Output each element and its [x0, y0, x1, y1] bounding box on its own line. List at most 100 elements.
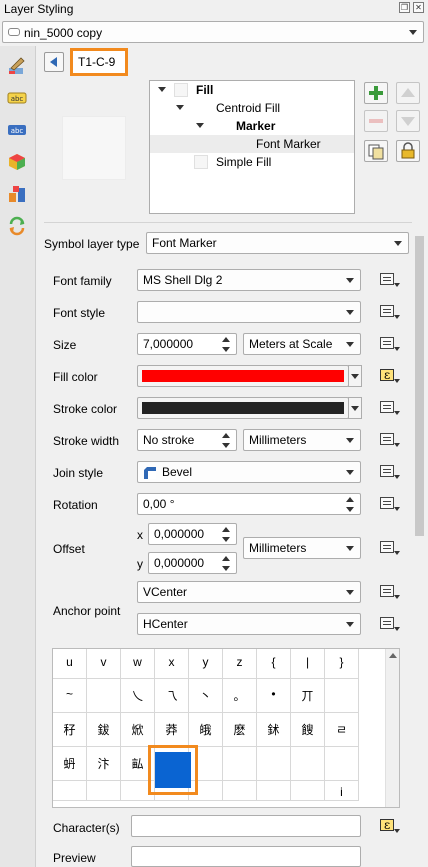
move-up-button[interactable]	[396, 82, 420, 104]
data-defined-override-button[interactable]	[372, 429, 402, 451]
glyph-cell[interactable]: z	[223, 649, 257, 679]
spin-arrows-icon[interactable]	[220, 334, 234, 356]
labels-icon[interactable]: abc	[7, 88, 27, 108]
font-family-combo[interactable]: MS Shell Dlg 2	[137, 269, 361, 291]
data-defined-override-button-active[interactable]	[372, 815, 402, 837]
panel-scrollbar-thumb[interactable]	[415, 236, 424, 536]
glyph-cell[interactable]	[291, 747, 325, 781]
join-style-combo[interactable]: Bevel	[137, 461, 361, 483]
glyph-cell[interactable]: 餿	[291, 713, 325, 747]
glyph-cell[interactable]: 麽	[223, 713, 257, 747]
move-down-button[interactable]	[396, 110, 420, 132]
layer-selector[interactable]: nin_5000 copy	[2, 21, 424, 43]
font-style-combo[interactable]	[137, 301, 361, 323]
stroke-width-unit-combo[interactable]: Millimeters	[243, 429, 361, 451]
offset-y-spinbox[interactable]: 0,000000	[148, 552, 237, 574]
back-button[interactable]	[44, 52, 64, 72]
glyph-cell[interactable]: 皒	[189, 713, 223, 747]
glyph-cell[interactable]: i	[325, 781, 359, 801]
add-layer-button[interactable]	[364, 82, 388, 104]
glyph-cell[interactable]	[291, 781, 325, 801]
rotation-spinbox[interactable]: 0,00 °	[137, 493, 361, 515]
data-defined-override-button[interactable]	[372, 493, 402, 515]
tree-item-font-marker[interactable]: Font Marker	[150, 135, 354, 153]
data-defined-override-button[interactable]	[372, 333, 402, 355]
fill-color-button[interactable]	[137, 365, 349, 387]
glyph-cell[interactable]	[87, 679, 121, 713]
glyph-cell[interactable]	[53, 781, 87, 801]
float-icon[interactable]: ❐	[399, 2, 410, 13]
data-defined-override-button[interactable]	[372, 461, 402, 483]
data-defined-override-button[interactable]	[372, 397, 402, 419]
data-defined-override-button[interactable]	[372, 269, 402, 291]
glyph-cell[interactable]: y	[189, 649, 223, 679]
spin-arrows-icon[interactable]	[220, 553, 234, 575]
tree-item-centroid-fill[interactable]: Centroid Fill	[150, 99, 354, 117]
expand-arrow-icon[interactable]	[176, 105, 184, 110]
offset-unit-combo[interactable]: Millimeters	[243, 537, 361, 559]
size-unit-combo[interactable]: Meters at Scale	[243, 333, 361, 355]
diagrams-icon[interactable]	[7, 184, 27, 204]
glyph-cell[interactable]: 焮	[121, 713, 155, 747]
stroke-color-button[interactable]	[137, 397, 349, 419]
glyph-cell[interactable]: 鈸	[87, 713, 121, 747]
glyph-cell[interactable]: •	[257, 679, 291, 713]
stroke-color-menu-button[interactable]	[348, 397, 362, 419]
glyph-cell[interactable]: ㄹ	[325, 713, 359, 747]
glyph-cell[interactable]: u	[53, 649, 87, 679]
glyph-cell[interactable]	[223, 781, 257, 801]
close-icon[interactable]: ✕	[413, 2, 424, 13]
selected-glyph-cell[interactable]	[148, 745, 198, 795]
glyph-cell[interactable]	[87, 781, 121, 801]
glyph-cell[interactable]: ~	[53, 679, 87, 713]
glyph-cell[interactable]: 乀	[121, 679, 155, 713]
glyph-cell[interactable]	[223, 747, 257, 781]
data-defined-override-button[interactable]	[372, 613, 402, 635]
spin-arrows-icon[interactable]	[344, 494, 358, 516]
spin-arrows-icon[interactable]	[220, 430, 234, 452]
expand-arrow-icon[interactable]	[158, 87, 166, 92]
glyph-cell[interactable]	[325, 747, 359, 781]
data-defined-override-button[interactable]	[372, 301, 402, 323]
glyph-cell[interactable]: 丌	[291, 679, 325, 713]
history-icon[interactable]	[7, 216, 27, 236]
preview-input[interactable]	[131, 846, 361, 867]
glyph-cell[interactable]: 汴	[87, 747, 121, 781]
glyph-cell[interactable]: 乁	[155, 679, 189, 713]
glyph-grid-scrollbar[interactable]	[385, 649, 399, 807]
glyph-cell[interactable]: 鉥	[257, 713, 291, 747]
glyph-cell[interactable]: |	[291, 649, 325, 679]
glyph-cell[interactable]: 莽	[155, 713, 189, 747]
size-spinbox[interactable]: 7,000000	[137, 333, 237, 355]
symbol-layer-type-combo[interactable]: Font Marker	[146, 232, 409, 254]
glyph-cell[interactable]: 蚒	[53, 747, 87, 781]
glyph-cell[interactable]: 丶	[189, 679, 223, 713]
panel-scrollbar[interactable]	[413, 226, 426, 867]
lock-layer-button[interactable]	[396, 140, 420, 162]
data-defined-override-button[interactable]	[372, 581, 402, 603]
anchor-horizontal-combo[interactable]: HCenter	[137, 613, 361, 635]
tree-item-marker[interactable]: Marker	[150, 117, 354, 135]
3d-view-icon[interactable]	[7, 152, 27, 172]
tree-item-simple-fill[interactable]: Simple Fill	[150, 153, 354, 171]
glyph-cell[interactable]	[257, 747, 291, 781]
expand-arrow-icon[interactable]	[196, 123, 204, 128]
glyph-cell[interactable]	[257, 781, 291, 801]
data-defined-override-button[interactable]	[372, 537, 402, 559]
masks-icon[interactable]: abc	[7, 120, 27, 140]
glyph-cell[interactable]: v	[87, 649, 121, 679]
glyph-cell[interactable]: }	[325, 649, 359, 679]
glyph-cell[interactable]: x	[155, 649, 189, 679]
glyph-cell[interactable]: 秄	[53, 713, 87, 747]
fill-color-menu-button[interactable]	[348, 365, 362, 387]
characters-input[interactable]	[131, 815, 361, 837]
data-defined-override-button-active[interactable]	[372, 365, 402, 387]
spin-arrows-icon[interactable]	[220, 524, 234, 546]
duplicate-layer-button[interactable]	[364, 140, 388, 162]
remove-layer-button[interactable]	[364, 110, 388, 132]
anchor-vertical-combo[interactable]: VCenter	[137, 581, 361, 603]
character-glyph-grid[interactable]: u v w x y z{|} ~ 乀乁丶。 • 丌秄鈸焮莽皒麽鉥餿ㄹ蚒汴畆 i	[52, 648, 400, 808]
tree-item-fill[interactable]: Fill	[150, 81, 354, 99]
stroke-width-spinbox[interactable]: No stroke	[137, 429, 237, 451]
symbology-brush-icon[interactable]	[7, 56, 27, 76]
